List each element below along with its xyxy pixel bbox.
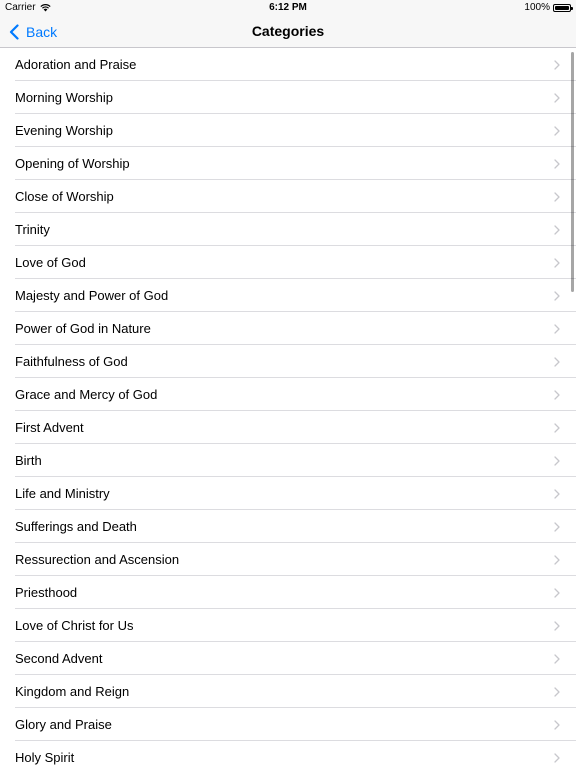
category-item[interactable]: First Advent: [0, 411, 576, 444]
chevron-right-icon: [554, 653, 560, 664]
category-item[interactable]: Second Advent: [0, 642, 576, 675]
category-item-label: Ressurection and Ascension: [15, 552, 180, 567]
status-bar: Carrier 6:12 PM 100%: [0, 0, 576, 16]
category-item[interactable]: Love of God: [0, 246, 576, 279]
category-item[interactable]: Glory and Praise: [0, 708, 576, 741]
category-item[interactable]: Grace and Mercy of God: [0, 378, 576, 411]
category-item[interactable]: Priesthood: [0, 576, 576, 609]
chevron-right-icon: [554, 521, 560, 532]
category-item-label: Power of God in Nature: [15, 321, 151, 336]
chevron-right-icon: [554, 686, 560, 697]
category-item[interactable]: Trinity: [0, 213, 576, 246]
category-item[interactable]: Birth: [0, 444, 576, 477]
category-item[interactable]: Sufferings and Death: [0, 510, 576, 543]
chevron-right-icon: [554, 125, 560, 136]
category-item-label: Glory and Praise: [15, 717, 112, 732]
category-item-label: Kingdom and Reign: [15, 684, 130, 699]
chevron-right-icon: [554, 455, 560, 466]
screen: Carrier 6:12 PM 100% Back Categories Ado…: [0, 0, 576, 768]
category-item-label: Priesthood: [15, 585, 78, 600]
category-item-label: Holy Spirit: [15, 750, 75, 765]
category-item[interactable]: Evening Worship: [0, 114, 576, 147]
category-item[interactable]: Morning Worship: [0, 81, 576, 114]
category-item[interactable]: Kingdom and Reign: [0, 675, 576, 708]
category-item[interactable]: Majesty and Power of God: [0, 279, 576, 312]
category-item-label: Adoration and Praise: [15, 57, 137, 72]
category-item-label: Evening Worship: [15, 123, 114, 138]
category-item-label: Sufferings and Death: [15, 519, 137, 534]
category-item[interactable]: Faithfulness of God: [0, 345, 576, 378]
scroll-indicator[interactable]: [571, 52, 574, 292]
battery-percent: 100%: [524, 2, 550, 13]
category-item-label: Love of God: [15, 255, 86, 270]
category-item-label: Faithfulness of God: [15, 354, 128, 369]
category-item[interactable]: Love of Christ for Us: [0, 609, 576, 642]
chevron-right-icon: [554, 158, 560, 169]
page-title: Categories: [251, 23, 325, 39]
chevron-right-icon: [554, 257, 560, 268]
category-item[interactable]: Ressurection and Ascension: [0, 543, 576, 576]
category-list[interactable]: Adoration and Praise Morning Worship Eve…: [0, 48, 576, 768]
category-item[interactable]: Power of God in Nature: [0, 312, 576, 345]
chevron-right-icon: [554, 191, 560, 202]
chevron-right-icon: [554, 554, 560, 565]
category-item-label: Close of Worship: [15, 189, 114, 204]
category-item-label: Second Advent: [15, 651, 103, 666]
chevron-right-icon: [554, 488, 560, 499]
chevron-right-icon: [554, 59, 560, 70]
category-item-label: Birth: [15, 453, 42, 468]
chevron-right-icon: [554, 224, 560, 235]
category-item-label: First Advent: [15, 420, 84, 435]
chevron-right-icon: [554, 422, 560, 433]
navigation-bar: Back Categories: [0, 16, 576, 48]
chevron-right-icon: [554, 620, 560, 631]
chevron-right-icon: [554, 719, 560, 730]
category-item-label: Life and Ministry: [15, 486, 110, 501]
category-item-label: Opening of Worship: [15, 156, 130, 171]
chevron-right-icon: [554, 389, 560, 400]
category-item[interactable]: Adoration and Praise: [0, 48, 576, 81]
category-item-label: Trinity: [15, 222, 50, 237]
category-item-label: Love of Christ for Us: [15, 618, 134, 633]
chevron-right-icon: [554, 92, 560, 103]
category-item[interactable]: Opening of Worship: [0, 147, 576, 180]
chevron-right-icon: [554, 290, 560, 301]
category-item[interactable]: Life and Ministry: [0, 477, 576, 510]
category-item-label: Grace and Mercy of God: [15, 387, 158, 402]
chevron-right-icon: [554, 356, 560, 367]
battery-fill: [555, 5, 569, 10]
battery-icon: [553, 3, 573, 12]
status-time: 6:12 PM: [269, 2, 307, 13]
chevron-right-icon: [554, 587, 560, 598]
category-item-label: Majesty and Power of God: [15, 288, 169, 303]
status-right: 100%: [524, 2, 573, 13]
category-item[interactable]: Close of Worship: [0, 180, 576, 213]
category-item-label: Morning Worship: [15, 90, 114, 105]
chevron-right-icon: [554, 323, 560, 334]
chevron-right-icon: [554, 752, 560, 763]
category-item[interactable]: Holy Spirit: [0, 741, 576, 768]
